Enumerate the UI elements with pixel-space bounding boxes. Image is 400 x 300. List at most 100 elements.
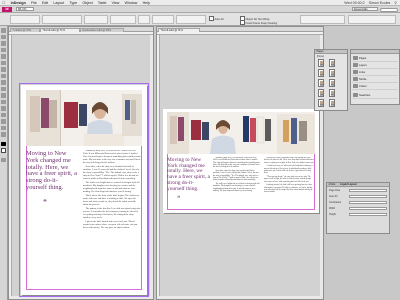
note-tool-icon[interactable] <box>1 112 6 117</box>
width-field[interactable] <box>349 206 387 210</box>
menu-object[interactable]: Object <box>80 1 96 5</box>
menu-window[interactable]: Window <box>122 1 140 5</box>
document-window-left: *untitled @ 70% *Scroll.indd @ 71% Expla… <box>8 26 154 300</box>
menu-layout[interactable]: Layout <box>51 1 67 5</box>
help-search-input[interactable] <box>380 7 398 12</box>
body-paragraph: I put on the label myself and sewed each… <box>83 220 138 230</box>
constraints-label: Constraints <box>329 201 342 204</box>
search-icon[interactable]: ⚲ <box>394 1 397 5</box>
page-thumbnail[interactable] <box>329 59 335 67</box>
tab-pages[interactable]: Pages <box>317 50 324 53</box>
panel-row-layers[interactable]: Layers <box>352 62 398 69</box>
stroke-swatch-icon[interactable] <box>1 148 6 153</box>
application-bar: Id 86.2% Essentials <box>0 6 400 13</box>
auto-fit-checkbox[interactable]: Auto-Fit <box>209 16 224 21</box>
page-thumbnail[interactable] <box>329 79 335 87</box>
hero-photo[interactable] <box>167 112 315 154</box>
menu-table[interactable]: Table <box>95 1 109 5</box>
direct-selection-tool-icon[interactable] <box>1 34 6 39</box>
panel-row-links[interactable]: Links <box>352 69 398 76</box>
auto-fit-field[interactable] <box>349 194 387 198</box>
pencil-tool-icon[interactable] <box>1 73 6 78</box>
fitting-buttons[interactable] <box>176 15 206 24</box>
effects-controls[interactable] <box>300 15 345 24</box>
article-headline[interactable]: Moving to New York changed me totally. H… <box>26 150 78 192</box>
selection-tool-icon[interactable] <box>1 28 6 33</box>
page-thumbnail[interactable] <box>329 69 335 77</box>
constraints-field[interactable] <box>349 200 387 204</box>
position-fields[interactable] <box>42 15 82 24</box>
scissors-tool-icon[interactable] <box>1 93 6 98</box>
page-thumbnail[interactable] <box>318 99 324 107</box>
menu-file[interactable]: File <box>28 1 39 5</box>
docked-panel-header[interactable] <box>351 50 399 54</box>
pull-quote-mark: ❝ <box>43 198 47 206</box>
zoom-level-field[interactable]: 86.2% <box>16 7 34 11</box>
zoom-tool-icon[interactable] <box>1 132 6 137</box>
boutique-photo-illustration <box>26 90 142 146</box>
page-rule-dropdown[interactable] <box>349 188 387 192</box>
fill-swatch-icon[interactable] <box>1 141 6 146</box>
panel-row-label: Colour <box>359 84 367 88</box>
body-paragraph: Southwest Italy were 10 years before I a… <box>213 157 260 169</box>
page-thumbnail[interactable] <box>318 89 324 97</box>
flip-buttons[interactable] <box>138 15 150 24</box>
page-thumbnail[interactable] <box>329 89 335 97</box>
rectangle-frame-tool-icon[interactable] <box>1 80 6 85</box>
menu-app[interactable]: InDesign <box>8 1 28 5</box>
free-transform-tool-icon[interactable] <box>1 99 6 104</box>
frame-clearing-checkbox[interactable]: Fixed Frame Keep Clearing <box>240 20 278 25</box>
clock: Wed 09:30:2 <box>344 1 365 5</box>
horizontal-scrollbar[interactable] <box>157 296 323 299</box>
menu-type[interactable]: Type <box>67 1 80 5</box>
pages-panel-header[interactable]: Pages <box>315 50 347 54</box>
article-body-text[interactable]: Southwest Italy were 10 years before I a… <box>83 150 141 290</box>
panel-row-colour[interactable]: Colour <box>352 83 398 90</box>
page-tool-icon[interactable] <box>1 41 6 46</box>
hero-photo[interactable] <box>26 90 142 146</box>
menu-edit[interactable]: Edit <box>39 1 50 5</box>
rectangle-tool-icon[interactable] <box>1 86 6 91</box>
panel-row-swatches[interactable]: Swatches <box>352 92 398 99</box>
pages-panel: Pages [None] <box>314 49 348 111</box>
pages-icon <box>352 55 358 61</box>
page-thumbnail[interactable] <box>329 99 335 107</box>
panel-row-pages[interactable]: Pages <box>352 55 398 62</box>
page-thumbnail[interactable] <box>318 59 324 67</box>
vertical-scrollbar[interactable] <box>150 35 153 296</box>
user-name[interactable]: Simon Eccles <box>369 1 391 5</box>
control-panel: Auto-Fit Object No Text Wrap Fixed Frame… <box>0 13 400 26</box>
menu-help[interactable]: Help <box>140 1 153 5</box>
apple-menu-icon[interactable]:  <box>0 0 8 5</box>
pen-tool-icon[interactable] <box>1 67 6 72</box>
workspace-switcher[interactable]: Essentials <box>352 7 378 11</box>
article-headline[interactable]: Moving to New York changed me totally. H… <box>167 157 211 192</box>
reference-point-group[interactable] <box>10 15 40 24</box>
hand-tool-icon[interactable] <box>1 125 6 130</box>
body-paragraph: The walls were bright and we worked on d… <box>83 181 140 193</box>
master-none-label: [None] <box>317 55 325 58</box>
type-tool-icon[interactable] <box>1 54 6 59</box>
gap-tool-icon[interactable] <box>1 47 6 52</box>
eyedropper-tool-icon[interactable] <box>1 119 6 124</box>
liquid-layout-header[interactable]: Article Liquid Layout <box>327 183 389 187</box>
boutique-photo-illustration <box>167 112 315 154</box>
opacity-controls[interactable] <box>348 15 396 24</box>
tab-article[interactable]: Article <box>329 183 336 186</box>
tab-liquid-layout[interactable]: Liquid Layout <box>340 183 356 186</box>
body-paragraph: Soon after, when the days were beautiful… <box>83 165 140 180</box>
stroke-fields[interactable] <box>152 15 174 24</box>
line-tool-icon[interactable] <box>1 60 6 65</box>
panel-row-stroke[interactable]: Stroke <box>352 76 398 83</box>
gradient-tool-icon[interactable] <box>1 106 6 111</box>
height-field[interactable] <box>349 212 387 216</box>
page-thumbnail[interactable] <box>318 69 324 77</box>
rotate-shear-fields[interactable] <box>110 15 136 24</box>
page-thumbnail[interactable] <box>318 79 324 87</box>
screen-mode-icon[interactable] <box>1 157 6 162</box>
body-paragraph: Looking forward, the label will keep gro… <box>264 184 313 194</box>
scale-fields[interactable] <box>84 15 108 24</box>
menu-view[interactable]: View <box>109 1 122 5</box>
article-body-text[interactable]: Southwest Italy were 10 years before I a… <box>213 157 261 209</box>
article-body-text-column-2[interactable]: I moved over and I’m thankful that I had… <box>264 157 314 209</box>
